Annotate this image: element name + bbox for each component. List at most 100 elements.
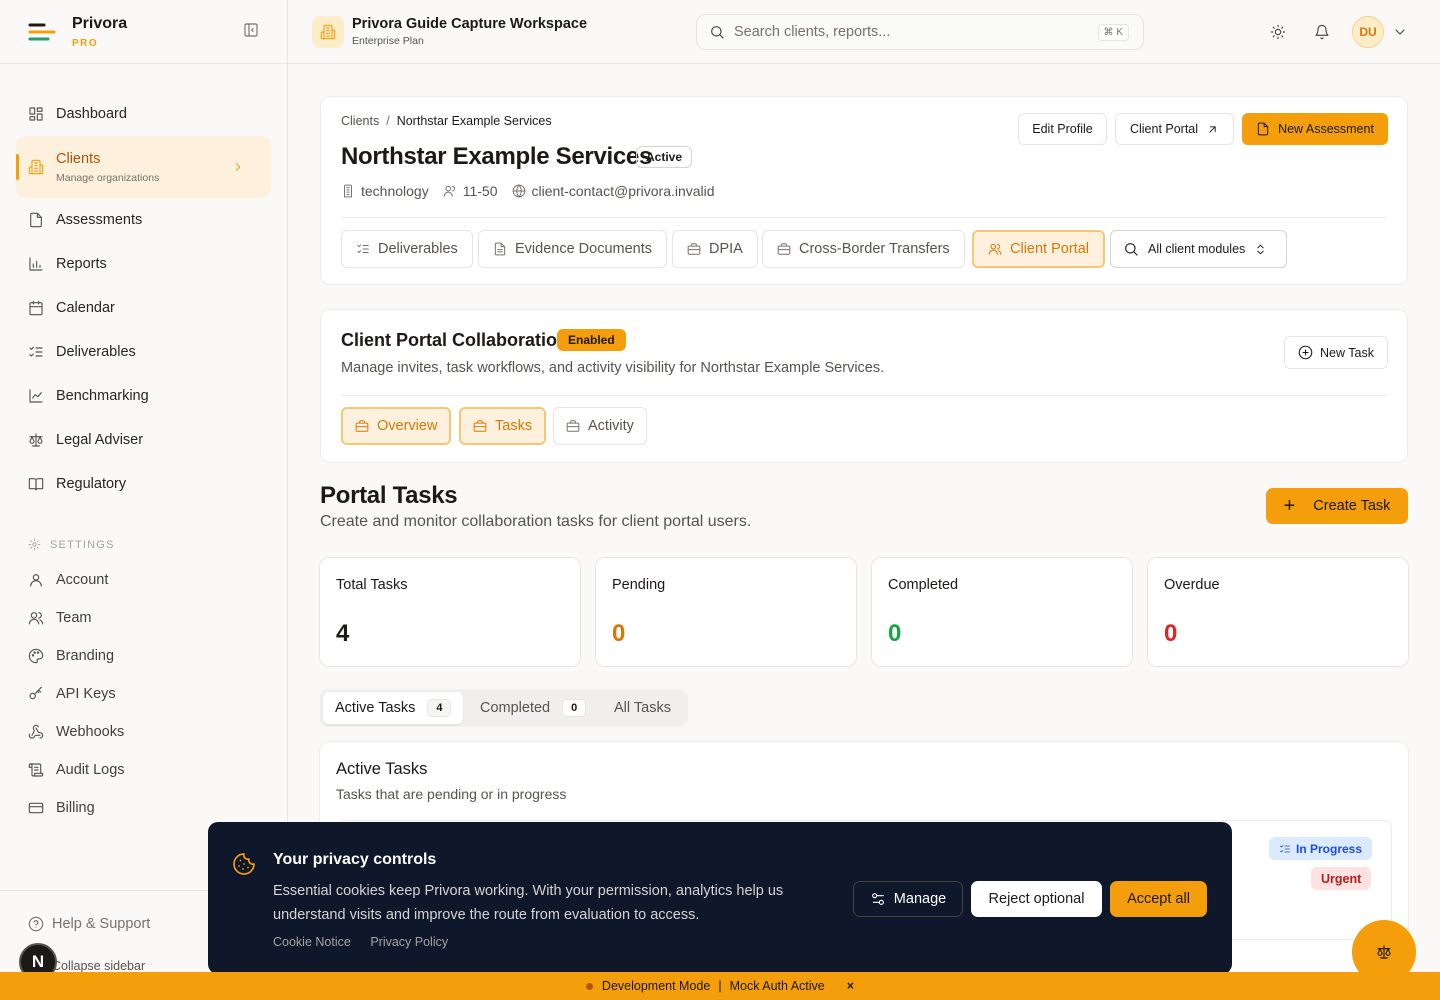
client-email: client-contact@privora.invalid — [512, 183, 715, 199]
building-icon — [344, 184, 352, 198]
credit-card-icon — [28, 802, 44, 814]
sun-icon[interactable] — [1270, 24, 1286, 40]
nav-item-audit-logs[interactable]: Audit Logs — [0, 751, 287, 789]
collaboration-description: Manage invites, task workflows, and acti… — [341, 360, 885, 376]
divider — [341, 217, 1387, 218]
status-badge: Active — [636, 146, 693, 168]
status-label: In Progress — [1296, 841, 1363, 856]
briefcase-icon — [687, 243, 701, 255]
new-task-button[interactable]: New Task — [1284, 336, 1388, 369]
users-icon — [28, 612, 44, 625]
tab-all-tasks[interactable]: All Tasks — [602, 692, 683, 724]
tab-active-tasks[interactable]: Active Tasks 4 — [323, 692, 464, 724]
tab-label: All Tasks — [614, 700, 671, 716]
nav-item-deliverables[interactable]: Deliverables — [0, 330, 287, 374]
bell-icon[interactable] — [1314, 24, 1330, 40]
tab-evidence-documents[interactable]: Evidence Documents — [478, 230, 668, 268]
brand-name: Privora — [72, 14, 128, 32]
nav-item-clients[interactable]: Clients Manage organizations — [16, 136, 271, 198]
briefcase-icon — [777, 243, 791, 255]
sidebar-toggle-icon[interactable] — [243, 22, 259, 38]
nav-item-regulatory[interactable]: Regulatory — [0, 462, 287, 506]
create-task-button[interactable]: + Create Task — [1266, 488, 1408, 524]
cookie-notice-link[interactable]: Cookie Notice — [273, 935, 351, 949]
portal-tasks-subtitle: Create and monitor collaboration tasks f… — [320, 513, 752, 530]
active-tasks-title: Active Tasks — [336, 760, 428, 778]
create-task-label: Create Task — [1313, 498, 1391, 514]
close-dev-bar-button[interactable]: × — [847, 979, 854, 993]
tab-label: Evidence Documents — [515, 241, 653, 257]
nav-item-branding[interactable]: Branding — [0, 637, 287, 675]
privora-logo-icon — [28, 23, 56, 40]
nav-item-assessments[interactable]: Assessments — [0, 198, 287, 242]
tab-tasks[interactable]: Tasks — [459, 407, 547, 445]
count-badge: 4 — [427, 699, 452, 717]
stat-label: Overdue — [1164, 577, 1220, 593]
dev-mode-bar: Development Mode | Mock Auth Active × — [0, 972, 1440, 1000]
new-assessment-button[interactable]: New Assessment — [1242, 113, 1388, 145]
cookie-text: Essential cookies keep Privora working. … — [273, 883, 784, 923]
nav-item-legal-adviser[interactable]: Legal Adviser — [0, 418, 287, 462]
reject-optional-button[interactable]: Reject optional — [971, 881, 1102, 917]
tab-dpia[interactable]: DPIA — [672, 230, 758, 268]
tab-label: Activity — [588, 418, 634, 434]
portal-tasks-title: Portal Tasks — [320, 482, 458, 509]
nav-label: Deliverables — [56, 344, 136, 360]
tab-label: Client Portal — [1010, 241, 1089, 257]
tab-completed-tasks[interactable]: Completed 0 — [468, 692, 598, 724]
line-chart-icon — [29, 389, 43, 403]
client-portal-button[interactable]: Client Portal — [1115, 113, 1234, 145]
collapse-sidebar-button[interactable]: Collapse sidebar — [52, 959, 145, 973]
tab-label: Overview — [377, 418, 438, 434]
manage-cookies-button[interactable]: Manage — [853, 881, 963, 917]
collaboration-card: Client Portal Collaboration Enabled Mana… — [320, 309, 1408, 463]
search-input[interactable]: Search clients, reports... ⌘ K — [696, 14, 1144, 50]
workspace-title[interactable]: Privora Guide Capture Workspace — [352, 16, 587, 32]
briefcase-icon — [566, 420, 580, 432]
breadcrumb-clients[interactable]: Clients — [341, 114, 379, 128]
tab-activity[interactable]: Activity — [553, 407, 647, 445]
mock-auth-label: Mock Auth Active — [729, 979, 825, 993]
list-checks-icon — [1280, 844, 1290, 852]
stat-value: 0 — [1164, 620, 1178, 647]
edit-profile-button[interactable]: Edit Profile — [1018, 113, 1107, 145]
tab-deliverables[interactable]: Deliverables — [341, 230, 473, 268]
nav-label: Audit Logs — [56, 762, 125, 778]
avatar[interactable]: DU — [1352, 16, 1384, 48]
nav-item-team[interactable]: Team — [0, 599, 287, 637]
stat-pending: Pending 0 — [595, 557, 857, 667]
nav-label: Dashboard — [56, 106, 127, 122]
nav-item-api-keys[interactable]: API Keys — [0, 675, 287, 713]
new-task-label: New Task — [1320, 345, 1374, 360]
status-dot-icon — [585, 982, 593, 990]
task-filter-tabs: Active Tasks 4 Completed 0 All Tasks — [320, 689, 688, 727]
file-icon — [30, 212, 42, 228]
dashboard-icon — [29, 107, 43, 121]
nav-item-calendar[interactable]: Calendar — [0, 286, 287, 330]
main-nav: Dashboard Clients Manage organizations A… — [0, 64, 287, 506]
privacy-policy-link[interactable]: Privacy Policy — [370, 935, 448, 949]
file-plus-icon — [1257, 122, 1269, 136]
cookie-banner: Your privacy controls Essential cookies … — [208, 822, 1232, 974]
nav-item-benchmarking[interactable]: Benchmarking — [0, 374, 287, 418]
nav-label: Calendar — [56, 300, 115, 316]
nav-item-webhooks[interactable]: Webhooks — [0, 713, 287, 751]
nav-item-reports[interactable]: Reports — [0, 242, 287, 286]
settings-nav: Account Team Branding API Keys Webhooks … — [0, 561, 287, 827]
tab-client-portal[interactable]: Client Portal — [972, 230, 1105, 268]
cookie-icon — [232, 852, 256, 876]
user-icon — [30, 574, 42, 587]
module-select[interactable]: All client modules — [1110, 230, 1287, 268]
file-text-icon — [494, 242, 506, 256]
cookie-title: Your privacy controls — [273, 851, 437, 868]
sliders-icon — [871, 893, 884, 905]
tab-overview[interactable]: Overview — [341, 407, 452, 445]
tab-cross-border-transfers[interactable]: Cross-Border Transfers — [762, 230, 965, 268]
accept-all-button[interactable]: Accept all — [1110, 881, 1207, 917]
chevron-down-icon[interactable] — [1392, 24, 1408, 40]
nav-label: Billing — [56, 800, 95, 816]
nav-item-dashboard[interactable]: Dashboard — [0, 92, 287, 136]
tab-label: DPIA — [709, 241, 743, 257]
help-label: Help & Support — [52, 916, 151, 932]
nav-item-account[interactable]: Account — [0, 561, 287, 599]
